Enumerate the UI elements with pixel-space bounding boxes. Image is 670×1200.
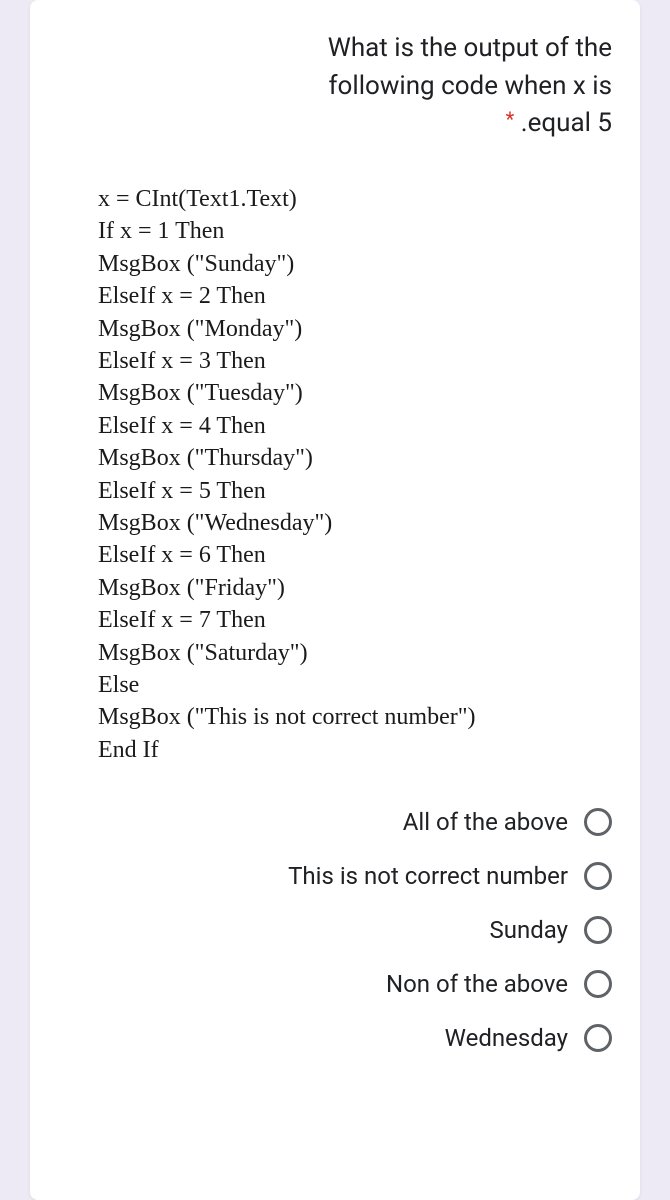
option-label: Sunday: [489, 916, 568, 944]
option-label: Non of the above: [386, 970, 568, 998]
code-line: End If: [98, 734, 612, 766]
code-line: ElseIf x = 7 Then: [98, 604, 612, 636]
code-line: MsgBox ("Tuesday"): [98, 377, 612, 409]
code-line: ElseIf x = 5 Then: [98, 475, 612, 507]
question-line-3: .equal 5: [521, 108, 612, 138]
code-line: ElseIf x = 2 Then: [98, 280, 612, 312]
question-card: What is the output of the following code…: [30, 0, 640, 1200]
radio-icon[interactable]: [584, 1024, 612, 1052]
option-all-of-above[interactable]: All of the above: [58, 802, 612, 842]
code-line: MsgBox ("Friday"): [98, 572, 612, 604]
code-line: x = CInt(Text1.Text): [98, 183, 612, 215]
code-block: x = CInt(Text1.Text) If x = 1 Then MsgBo…: [58, 183, 612, 766]
required-marker: *: [506, 107, 515, 131]
options-group: All of the above This is not correct num…: [58, 802, 612, 1058]
option-not-correct-number[interactable]: This is not correct number: [58, 856, 612, 896]
code-line: MsgBox ("This is not correct number"): [98, 701, 612, 733]
code-line: Else: [98, 669, 612, 701]
code-line: MsgBox ("Monday"): [98, 313, 612, 345]
radio-icon[interactable]: [584, 916, 612, 944]
code-line: MsgBox ("Sunday"): [98, 248, 612, 280]
option-sunday[interactable]: Sunday: [58, 910, 612, 950]
code-line: MsgBox ("Thursday"): [98, 442, 612, 474]
radio-icon[interactable]: [584, 862, 612, 890]
radio-icon[interactable]: [584, 808, 612, 836]
code-line: MsgBox ("Wednesday"): [98, 507, 612, 539]
option-label: Wednesday: [445, 1024, 568, 1052]
question-line-2: following code when x is: [329, 71, 613, 101]
code-line: ElseIf x = 4 Then: [98, 410, 612, 442]
question-line-1: What is the output of the: [328, 33, 612, 63]
radio-icon[interactable]: [584, 970, 612, 998]
option-label: This is not correct number: [288, 862, 568, 890]
code-line: MsgBox ("Saturday"): [98, 637, 612, 669]
option-wednesday[interactable]: Wednesday: [58, 1018, 612, 1058]
code-line: If x = 1 Then: [98, 215, 612, 247]
code-line: ElseIf x = 6 Then: [98, 539, 612, 571]
option-label: All of the above: [403, 808, 568, 836]
code-line: ElseIf x = 3 Then: [98, 345, 612, 377]
option-non-of-above[interactable]: Non of the above: [58, 964, 612, 1004]
question-text: What is the output of the following code…: [58, 30, 612, 143]
